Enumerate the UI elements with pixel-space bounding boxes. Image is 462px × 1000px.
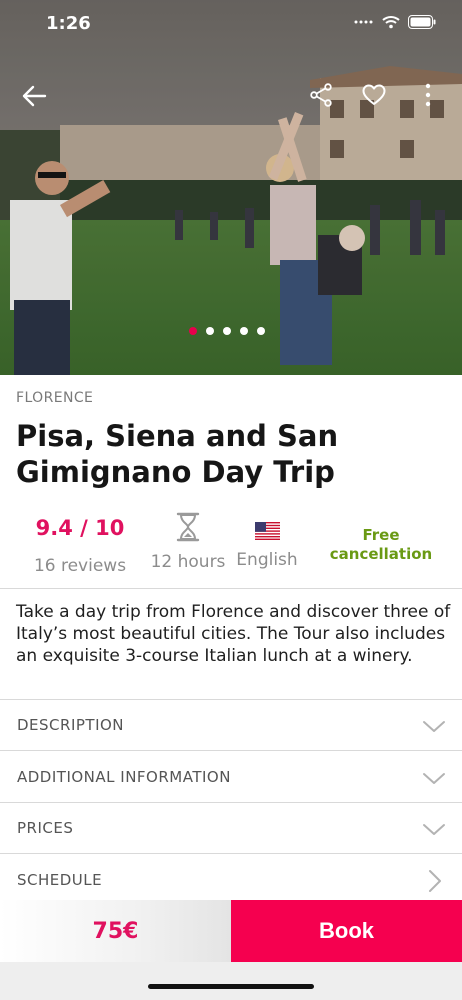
share-icon — [310, 83, 332, 107]
heart-icon — [362, 84, 386, 105]
gallery-dot[interactable] — [223, 327, 231, 335]
gallery-dot[interactable] — [189, 327, 197, 335]
signal-icon — [354, 20, 373, 24]
share-button[interactable] — [301, 75, 341, 115]
hero-photo — [0, 0, 462, 375]
gallery-pagination[interactable] — [189, 327, 265, 335]
hero-gallery[interactable]: 1:26 — [0, 0, 462, 375]
favorite-button[interactable] — [354, 75, 394, 115]
status-indicators — [354, 15, 436, 29]
home-indicator[interactable] — [148, 984, 314, 989]
us-flag-icon — [254, 522, 280, 540]
chevron-down-icon — [423, 772, 445, 784]
tour-stats: 9.4 / 10 16 reviews 12 hours English Fre… — [0, 508, 462, 588]
section-description[interactable]: DESCRIPTION — [0, 700, 462, 751]
top-action-bar — [0, 74, 462, 118]
wifi-icon — [382, 16, 400, 29]
review-count: 16 reviews — [33, 556, 127, 576]
booking-bar: 75€ Book — [0, 900, 462, 962]
language-text: English — [236, 550, 298, 570]
more-vertical-icon — [425, 83, 431, 107]
language-block: English — [228, 522, 306, 572]
price-box: 75€ — [0, 900, 231, 962]
arrow-left-icon — [22, 85, 47, 107]
duration-block: 12 hours — [146, 512, 230, 574]
chevron-down-icon — [423, 824, 445, 835]
section-prices[interactable]: PRICES — [0, 803, 462, 854]
gallery-dot[interactable] — [240, 327, 248, 335]
hourglass-icon — [176, 512, 200, 542]
status-time: 1:26 — [46, 13, 91, 34]
divider — [0, 588, 462, 589]
back-button[interactable] — [14, 76, 54, 116]
section-label: DESCRIPTION — [17, 716, 125, 734]
battery-icon — [408, 15, 436, 29]
tour-title: Pisa, Siena and San Gimignano Day Trip — [16, 419, 339, 489]
section-label: ADDITIONAL INFORMATION — [17, 767, 231, 786]
section-additional-information[interactable]: ADDITIONAL INFORMATION — [0, 752, 462, 803]
chevron-right-icon — [429, 869, 441, 892]
free-cancellation-text: Free cancellation — [329, 526, 433, 563]
price-text: 75€ — [92, 918, 139, 944]
duration-text: 12 hours — [150, 552, 226, 572]
home-indicator-area — [0, 962, 462, 1000]
section-schedule[interactable]: SCHEDULE — [0, 855, 462, 906]
more-options-button[interactable] — [408, 75, 448, 115]
book-button[interactable]: Book — [231, 900, 462, 962]
tour-summary: Take a day trip from Florence and discov… — [16, 602, 451, 666]
city-label: FLORENCE — [16, 390, 94, 406]
section-label: PRICES — [17, 819, 74, 837]
section-label: SCHEDULE — [17, 870, 103, 889]
status-bar: 1:26 — [0, 0, 462, 50]
rating-block[interactable]: 9.4 / 10 16 reviews — [20, 514, 140, 578]
free-cancellation-badge: Free cancellation — [324, 526, 438, 564]
chevron-down-icon — [423, 721, 445, 732]
rating-score: 9.4 / 10 — [35, 516, 125, 540]
gallery-dot[interactable] — [257, 327, 265, 335]
gallery-dot[interactable] — [206, 327, 214, 335]
